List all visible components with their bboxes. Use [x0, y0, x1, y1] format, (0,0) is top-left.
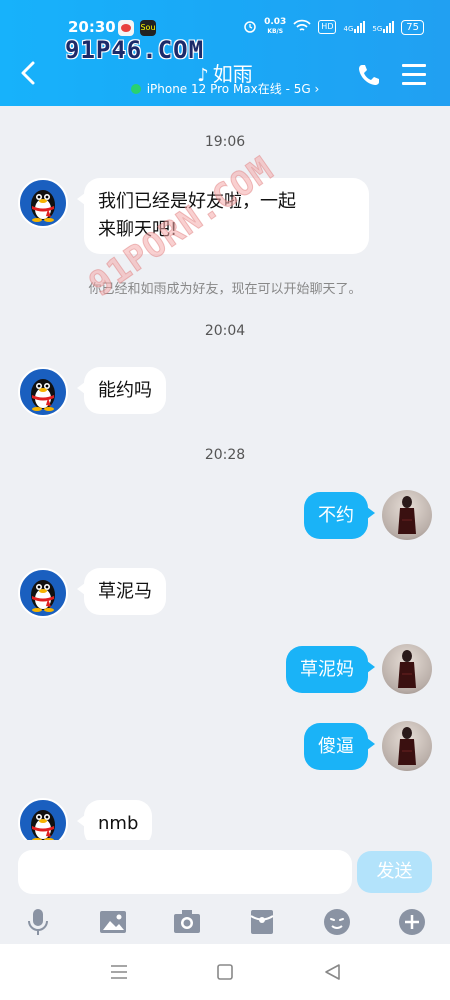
message-bubble-self[interactable]: 草泥妈 [286, 646, 375, 693]
message-bubble[interactable]: 能约吗 [77, 367, 166, 414]
phone-icon [359, 65, 379, 85]
contact-avatar[interactable] [18, 798, 68, 840]
qq-penguin-icon [31, 580, 55, 612]
input-toolbar [0, 900, 450, 944]
signal-bars-icon [383, 21, 395, 33]
status-time: 20:30 [68, 18, 116, 36]
more-button[interactable] [396, 906, 428, 938]
phone-call-button[interactable] [356, 62, 382, 88]
weibo-icon [118, 20, 134, 36]
user-photo-icon [398, 496, 416, 534]
menu-button[interactable] [402, 64, 426, 86]
message-bubble[interactable]: 草泥马 [77, 568, 166, 615]
timestamp: 20:04 [204, 323, 246, 339]
online-dot-icon [130, 84, 141, 94]
message-list[interactable]: 19:06 我们已经是好友啦，一起 来聊天吧! 你已经和如雨成为好友，现在可以开… [0, 106, 450, 840]
timestamp: 20:28 [204, 447, 246, 463]
user-photo-icon [398, 727, 416, 765]
online-status[interactable]: iPhone 12 Pro Max在线 - 5G › [0, 80, 450, 97]
input-bar: 发送 [0, 840, 450, 944]
timestamp: 19:06 [204, 134, 246, 150]
emoji-icon [324, 909, 350, 935]
recents-button[interactable] [108, 962, 130, 982]
system-back-button[interactable] [322, 962, 344, 982]
qq-penguin-icon [31, 190, 55, 222]
alarm-icon [243, 19, 257, 36]
contact-avatar[interactable] [18, 367, 68, 417]
home-button[interactable] [214, 962, 236, 982]
chat-header: 20:30 Sou 0.03 KB/S HD 4G 5G 75 91P46.CO… [0, 0, 450, 106]
net1-label: 4G [343, 25, 354, 33]
online-status-text: iPhone 12 Pro Max在线 - 5G [146, 82, 311, 96]
contact-avatar[interactable] [18, 568, 68, 618]
net-speed-unit: KB/S [267, 28, 284, 35]
self-avatar[interactable] [382, 644, 432, 694]
hd-badge: HD [318, 20, 337, 34]
qq-penguin-icon [31, 379, 55, 411]
message-bubble[interactable]: nmb [76, 800, 153, 840]
emoji-button[interactable] [321, 906, 353, 938]
signal-bars-icon [354, 21, 366, 33]
menu-icon-line [402, 73, 426, 76]
wifi-icon [293, 19, 311, 36]
voice-button[interactable] [22, 906, 54, 938]
plus-icon [399, 909, 425, 935]
square-icon [217, 964, 233, 980]
message-bubble-self[interactable]: 傻逼 [304, 723, 375, 770]
system-note: 你已经和如雨成为好友，现在可以开始聊天了。 [88, 282, 362, 297]
menu-icon [402, 64, 426, 67]
status-chevron-icon: › [314, 82, 320, 96]
system-nav-bar [0, 944, 450, 1000]
net-speed: 0.03 KB/S [264, 18, 286, 36]
message-bubble-self[interactable]: 不约 [304, 492, 375, 539]
menu-icon-line [402, 82, 426, 85]
qq-penguin-icon [31, 810, 55, 840]
camera-icon [174, 910, 200, 933]
message-input[interactable] [18, 850, 352, 894]
red-packet-button[interactable] [246, 906, 278, 938]
menu-lines-icon [111, 965, 127, 979]
net-speed-value: 0.03 [264, 17, 287, 27]
camera-button[interactable] [171, 906, 203, 938]
contact-avatar[interactable] [18, 178, 68, 228]
triangle-back-icon [325, 964, 340, 980]
image-button[interactable] [97, 906, 129, 938]
battery-indicator: 75 [401, 19, 424, 35]
app-notification-icon: Sou [140, 20, 156, 36]
signal-4g: 4G [343, 21, 366, 33]
send-button[interactable]: 发送 [357, 851, 432, 893]
microphone-icon [28, 909, 48, 935]
self-avatar[interactable] [382, 721, 432, 771]
user-photo-icon [398, 650, 416, 688]
net2-label: 5G [372, 25, 383, 33]
signal-5g: 5G [372, 21, 395, 33]
red-packet-icon [250, 910, 274, 934]
status-right: 0.03 KB/S HD 4G 5G 75 [243, 18, 424, 36]
self-avatar[interactable] [382, 490, 432, 540]
image-icon [100, 911, 126, 933]
